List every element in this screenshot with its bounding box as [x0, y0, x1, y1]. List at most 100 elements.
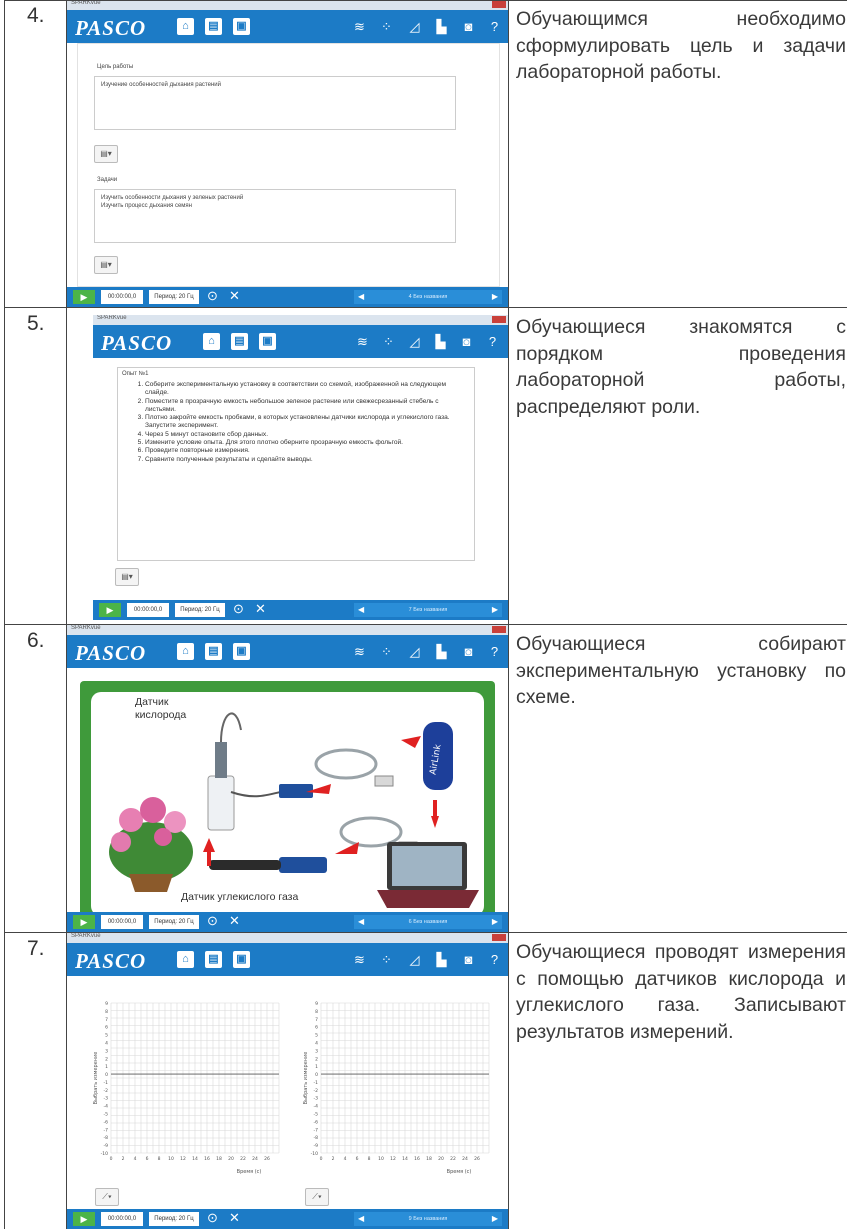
sensors-icon[interactable]: ⁘ — [379, 19, 394, 34]
sample-rate[interactable]: Период: 20 Гц — [149, 1212, 199, 1226]
camera-icon[interactable]: ◙ — [459, 334, 474, 349]
tools-icon[interactable]: ✕ — [229, 913, 240, 929]
help-icon[interactable]: ? — [487, 644, 502, 659]
next-page-icon[interactable]: ▶ — [492, 915, 498, 929]
prev-page-icon[interactable]: ◀ — [358, 603, 364, 617]
sensors-icon[interactable]: ⁘ — [379, 644, 394, 659]
close-icon[interactable] — [492, 1, 506, 8]
home-icon[interactable]: ⌂ — [177, 951, 194, 968]
close-icon[interactable] — [492, 626, 506, 633]
page-title: 7 Без названия — [408, 607, 448, 613]
graph-svg[interactable]: 9876543210-1-2-3-4-5-6-7-8-9-100 2 4 6 8 10 12… — [89, 993, 289, 1183]
sample-rate[interactable]: Период: 20 Гц — [149, 915, 199, 929]
journal-icon[interactable]: ▙ — [434, 644, 449, 659]
page-icon[interactable]: ▤ — [231, 333, 248, 350]
start-button[interactable]: ▶ — [73, 915, 95, 929]
y-tick-label: 6 — [105, 1025, 108, 1031]
layout-icon[interactable]: ▣ — [233, 643, 250, 660]
graph-co2[interactable]: 9 8 7 6 5 4 3 2 1 0 -1 -2 -3 -4 -5 -6 -7 -8 -9 -10 0 2 4 6 8 10 12… — [299, 993, 499, 1183]
y-tick-label: -2 — [104, 1088, 109, 1094]
close-icon[interactable] — [492, 316, 506, 323]
help-icon[interactable]: ? — [487, 952, 502, 967]
goal-textbox[interactable]: Изучение особенностей дыхания растений — [94, 76, 456, 130]
analysis-icon[interactable]: ◿ — [407, 19, 422, 34]
y-tick-label: -3 — [314, 1096, 319, 1102]
layout-icon[interactable]: ▣ — [259, 333, 276, 350]
analysis-icon[interactable]: ◿ — [407, 952, 422, 967]
home-icon[interactable]: ⌂ — [177, 643, 194, 660]
text-tool-dropdown[interactable]: ▤▾ — [94, 256, 118, 274]
y-axis-label[interactable]: Выбрать измерение — [93, 1052, 99, 1105]
y-axis-label[interactable]: Выбрать измерение — [303, 1052, 309, 1105]
next-page-icon[interactable]: ▶ — [492, 603, 498, 617]
x-tick-label: 0 — [110, 1156, 113, 1162]
journal-icon[interactable]: ▙ — [434, 19, 449, 34]
layout-icon[interactable]: ▣ — [233, 951, 250, 968]
sensor-adapter-image — [279, 857, 327, 873]
table-row: 6. SPARKvue PASCO ⌂ ▤ ▣ ≋ ⁘ ◿ ▙ ◙ ? Датч… — [4, 625, 847, 932]
prev-page-icon[interactable]: ◀ — [358, 290, 364, 304]
layout-icon[interactable]: ▣ — [233, 18, 250, 35]
sync-icon[interactable]: ⊙ — [233, 601, 244, 617]
sync-icon[interactable]: ⊙ — [207, 288, 218, 304]
home-icon[interactable]: ⌂ — [177, 18, 194, 35]
y-tick-label: 4 — [105, 1040, 108, 1046]
camera-icon[interactable]: ◙ — [461, 19, 476, 34]
wireless-icon[interactable]: ≋ — [355, 334, 370, 349]
prev-page-icon[interactable]: ◀ — [358, 915, 364, 929]
journal-icon[interactable]: ▙ — [433, 334, 448, 349]
analysis-icon[interactable]: ◿ — [407, 334, 422, 349]
table-row: 7. SPARKvue PASCO ⌂ ▤ ▣ ≋ ⁘ ◿ ▙ ◙ ? 9 8 7 6… — [4, 933, 847, 1229]
start-button[interactable]: ▶ — [73, 1212, 95, 1226]
y-tick-label: 5 — [105, 1033, 108, 1039]
graph-tool-dropdown[interactable]: ⟋▾ — [305, 1188, 329, 1206]
x-tick-label: 8 — [368, 1156, 371, 1162]
x-tick-label: 14 — [192, 1156, 198, 1162]
page-icon[interactable]: ▤ — [205, 18, 222, 35]
journal-icon[interactable]: ▙ — [434, 952, 449, 967]
camera-icon[interactable]: ◙ — [461, 952, 476, 967]
elapsed-time: 00:00:00,0 — [101, 915, 143, 929]
page-icon[interactable]: ▤ — [205, 951, 222, 968]
sync-icon[interactable]: ⊙ — [207, 1210, 218, 1226]
start-button[interactable]: ▶ — [99, 603, 121, 617]
x-axis-label[interactable]: Время (с) — [237, 1169, 262, 1175]
co2-probe-image — [209, 860, 281, 870]
tools-icon[interactable]: ✕ — [229, 1210, 240, 1226]
page-icon[interactable]: ▤ — [205, 643, 222, 660]
x-tick-label: 22 — [450, 1156, 456, 1162]
wireless-icon[interactable]: ≋ — [352, 952, 367, 967]
row-description: Обучающимся необходимо сформулировать це… — [516, 8, 846, 83]
row-number: 5. — [4, 308, 67, 624]
status-bar: ▶ 00:00:00,0 Период: 20 Гц ⊙ ✕ ◀ 7 Без н… — [93, 600, 508, 620]
graph-oxygen[interactable]: 9 8 7 6 5 4 3 2 1 0 -1 -2 -3 -4 -5 -6 -7 -8 -9 -10 0 2 4 6 8 10 12… — [89, 993, 289, 1183]
camera-icon[interactable]: ◙ — [461, 644, 476, 659]
wireless-icon[interactable]: ≋ — [352, 19, 367, 34]
x-axis-label[interactable]: Время (с) — [447, 1169, 472, 1175]
help-icon[interactable]: ? — [485, 334, 500, 349]
prev-page-icon[interactable]: ◀ — [358, 1212, 364, 1226]
home-icon[interactable]: ⌂ — [203, 333, 220, 350]
sample-rate[interactable]: Период: 20 Гц — [149, 290, 199, 304]
graph-tool-dropdown[interactable]: ⟋▾ — [95, 1188, 119, 1206]
start-button[interactable]: ▶ — [73, 290, 95, 304]
screenshot-setup-diagram: SPARKvue PASCO ⌂ ▤ ▣ ≋ ⁘ ◿ ▙ ◙ ? Датчик … — [67, 625, 509, 932]
graph-svg[interactable]: 9876543210-1-2-3-4-5-6-7-8-9-100 2 4 6 8 10 12… — [299, 993, 499, 1183]
tools-icon[interactable]: ✕ — [229, 288, 240, 304]
close-icon[interactable] — [492, 934, 506, 941]
help-icon[interactable]: ? — [487, 19, 502, 34]
next-page-icon[interactable]: ▶ — [492, 1212, 498, 1226]
analysis-icon[interactable]: ◿ — [407, 644, 422, 659]
sensors-icon[interactable]: ⁘ — [381, 334, 396, 349]
next-page-icon[interactable]: ▶ — [492, 290, 498, 304]
tools-icon[interactable]: ✕ — [255, 601, 266, 617]
sensors-icon[interactable]: ⁘ — [379, 952, 394, 967]
screenshot-goal-tasks: SPARKvue PASCO ⌂ ▤ ▣ ≋ ⁘ ◿ ▙ ◙ ? Цель ра… — [67, 0, 509, 307]
tasks-textbox[interactable]: Изучить особенности дыхания у зеленых ра… — [94, 189, 456, 243]
procedure-steps: Соберите экспериментальную установку в с… — [123, 381, 467, 464]
text-tool-dropdown[interactable]: ▤▾ — [94, 145, 118, 163]
text-tool-dropdown[interactable]: ▤▾ — [115, 568, 139, 586]
wireless-icon[interactable]: ≋ — [352, 644, 367, 659]
sample-rate[interactable]: Период: 20 Гц — [175, 603, 225, 617]
sync-icon[interactable]: ⊙ — [207, 913, 218, 929]
